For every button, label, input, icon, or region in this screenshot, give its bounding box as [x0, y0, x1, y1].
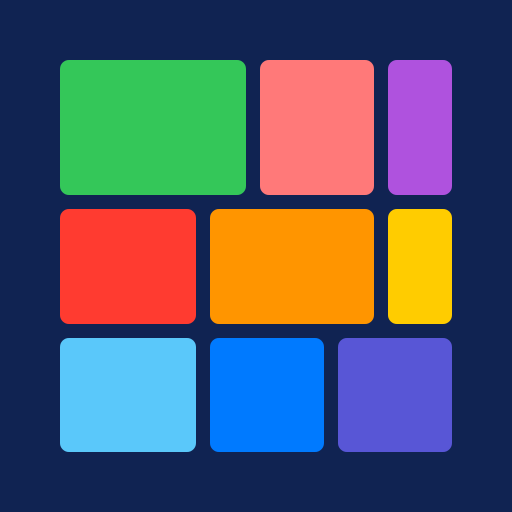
tile-blue — [210, 338, 324, 452]
tile-orange — [210, 209, 374, 324]
tile-light-blue — [60, 338, 196, 452]
tile-purple — [388, 60, 452, 195]
tile-yellow — [388, 209, 452, 324]
tile-indigo — [338, 338, 452, 452]
app-icon-canvas — [0, 0, 512, 512]
tile-red — [60, 209, 196, 324]
tile-salmon — [260, 60, 374, 195]
tile-green — [60, 60, 246, 195]
